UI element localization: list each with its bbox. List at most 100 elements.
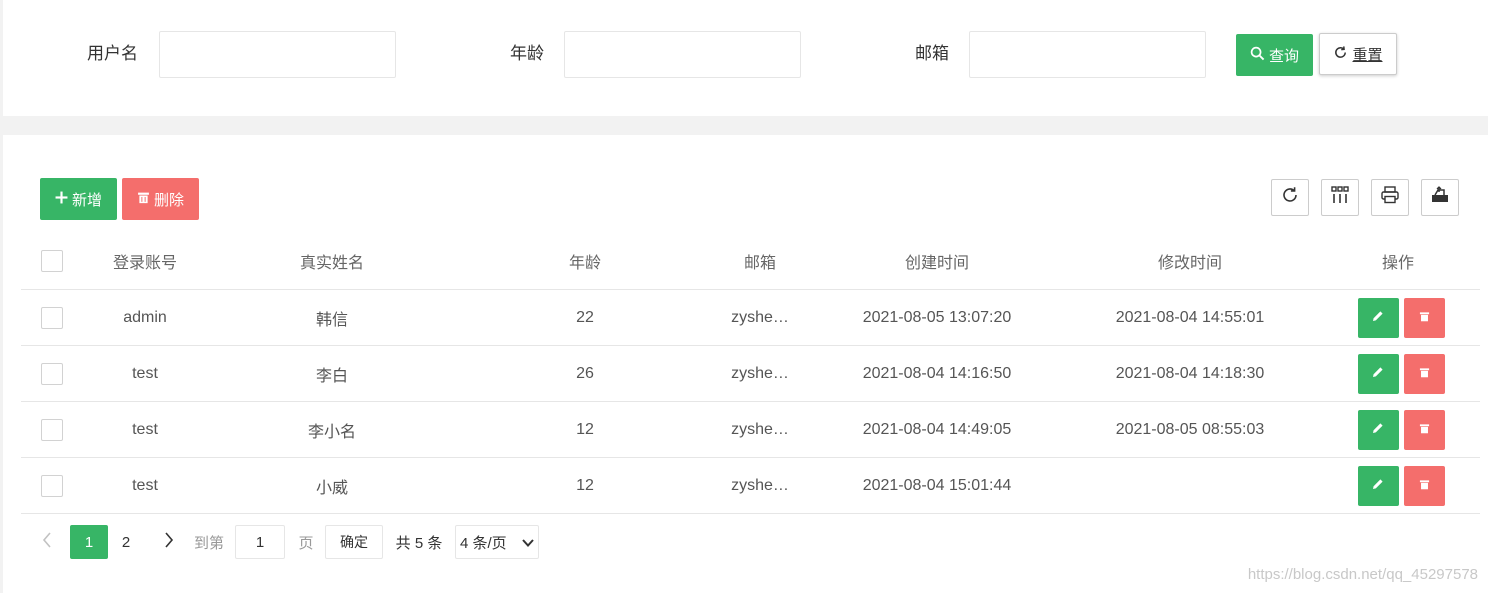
table-panel: 新增 删除 登录账号 真实姓名 年龄 邮箱 创建时间 修改时间 操作 admin… xyxy=(3,135,1488,593)
goto-label: 到第 xyxy=(193,534,224,552)
chevron-right-icon xyxy=(164,532,174,552)
header-created[interactable]: 创建时间 xyxy=(857,233,1017,289)
cell-account: test xyxy=(132,476,158,494)
watermark: https://blog.csdn.net/qq_45297578 xyxy=(1247,566,1478,583)
cell-email: zyshe… xyxy=(731,364,789,382)
refresh-icon xyxy=(1280,185,1300,210)
cell-account: test xyxy=(132,364,158,382)
trash-icon xyxy=(1419,422,1430,437)
row-delete-button[interactable] xyxy=(1403,409,1445,450)
goto-confirm-button[interactable]: 确定 xyxy=(325,525,383,559)
row-delete-button[interactable] xyxy=(1403,465,1445,506)
cell-modified: 2021-08-05 08:55:03 xyxy=(1115,420,1265,438)
edit-button[interactable] xyxy=(1357,409,1399,450)
export-button[interactable] xyxy=(1421,179,1459,216)
edit-button[interactable] xyxy=(1357,465,1399,506)
page-2-button[interactable]: 2 xyxy=(113,525,139,559)
pencil-icon xyxy=(1372,422,1384,437)
search-panel: 用户名 年龄 邮箱 查询 重置 xyxy=(3,0,1488,116)
goto-page-input[interactable] xyxy=(235,525,285,559)
trash-icon xyxy=(137,191,150,208)
header-modified[interactable]: 修改时间 xyxy=(1110,233,1270,289)
select-all-cell xyxy=(40,233,64,289)
delete-button[interactable]: 删除 xyxy=(122,178,199,220)
chevron-down-icon xyxy=(522,534,534,551)
cell-created: 2021-08-04 14:49:05 xyxy=(862,420,1012,438)
pagination: 1 2 到第 页 确定 共 5 条 4 条/页 xyxy=(21,525,721,559)
row-checkbox[interactable] xyxy=(41,474,63,497)
delete-label: 删除 xyxy=(153,191,184,209)
cell-modified: 2021-08-04 14:55:01 xyxy=(1115,308,1265,326)
email-input[interactable] xyxy=(969,31,1206,78)
columns-icon xyxy=(1331,186,1349,209)
next-page-button[interactable] xyxy=(157,525,181,559)
total-count: 共 5 条 xyxy=(395,534,443,552)
page-1-button[interactable]: 1 xyxy=(70,525,108,559)
table-header: 登录账号 真实姓名 年龄 邮箱 创建时间 修改时间 操作 xyxy=(21,233,1480,290)
header-email[interactable]: 邮箱 xyxy=(710,233,810,289)
age-input[interactable] xyxy=(564,31,801,78)
age-label: 年龄 xyxy=(510,44,544,63)
row-checkbox[interactable] xyxy=(41,418,63,441)
row-actions xyxy=(1356,402,1446,457)
reset-icon xyxy=(1333,45,1348,64)
pencil-icon xyxy=(1372,310,1384,325)
add-button[interactable]: 新增 xyxy=(40,178,117,220)
cell-email: zyshe… xyxy=(731,476,789,494)
trash-icon xyxy=(1419,310,1430,325)
page-size-value: 4 条/页 xyxy=(460,534,507,552)
reset-label: 重置 xyxy=(1352,46,1383,64)
pencil-icon xyxy=(1372,366,1384,381)
cell-created: 2021-08-04 14:16:50 xyxy=(862,364,1012,382)
edit-button[interactable] xyxy=(1357,353,1399,394)
header-account[interactable]: 登录账号 xyxy=(95,233,195,289)
chevron-left-icon xyxy=(42,532,52,552)
row-checkbox[interactable] xyxy=(41,362,63,385)
reset-button[interactable]: 重置 xyxy=(1319,33,1397,75)
page-size-select[interactable]: 4 条/页 xyxy=(455,525,539,559)
username-input[interactable] xyxy=(159,31,396,78)
cell-age: 22 xyxy=(576,308,594,326)
export-icon xyxy=(1430,185,1450,210)
username-label: 用户名 xyxy=(87,44,138,63)
prev-page-button[interactable] xyxy=(35,525,59,559)
table-row: test 小威 12 zyshe… 2021-08-04 15:01:44 xyxy=(21,458,1480,514)
cell-name: 韩信 xyxy=(315,311,348,329)
email-label: 邮箱 xyxy=(915,44,949,63)
cell-account: admin xyxy=(123,308,167,326)
cell-modified: 2021-08-04 14:18:30 xyxy=(1115,364,1265,382)
select-all-checkbox[interactable] xyxy=(41,250,63,272)
edit-button[interactable] xyxy=(1357,297,1399,338)
cell-account: test xyxy=(132,420,158,438)
search-icon xyxy=(1250,46,1265,65)
refresh-button[interactable] xyxy=(1271,179,1309,216)
table-row: test 李白 26 zyshe… 2021-08-04 14:16:50 20… xyxy=(21,346,1480,402)
row-delete-button[interactable] xyxy=(1403,353,1445,394)
header-name[interactable]: 真实姓名 xyxy=(282,233,382,289)
cell-email: zyshe… xyxy=(731,420,789,438)
table-row: test 李小名 12 zyshe… 2021-08-04 14:49:05 2… xyxy=(21,402,1480,458)
query-label: 查询 xyxy=(1268,47,1299,65)
cell-modified xyxy=(1110,458,1270,513)
header-age[interactable]: 年龄 xyxy=(535,233,635,289)
row-delete-button[interactable] xyxy=(1403,297,1445,338)
row-checkbox[interactable] xyxy=(41,306,63,329)
cell-name: 小威 xyxy=(315,479,348,497)
print-icon xyxy=(1380,185,1400,210)
query-button[interactable]: 查询 xyxy=(1236,34,1313,76)
page-suffix-label: 页 xyxy=(298,534,314,552)
cell-age: 26 xyxy=(576,364,594,382)
cell-age: 12 xyxy=(576,420,594,438)
add-label: 新增 xyxy=(71,191,102,209)
trash-icon xyxy=(1419,478,1430,493)
cell-created: 2021-08-05 13:07:20 xyxy=(862,308,1012,326)
row-actions xyxy=(1356,458,1446,513)
pencil-icon xyxy=(1372,478,1384,493)
cell-age: 12 xyxy=(576,476,594,494)
header-actions: 操作 xyxy=(1381,255,1414,272)
print-button[interactable] xyxy=(1371,179,1409,216)
trash-icon xyxy=(1419,366,1430,381)
columns-button[interactable] xyxy=(1321,179,1359,216)
cell-name: 李白 xyxy=(315,367,348,385)
table-row: admin 韩信 22 zyshe… 2021-08-05 13:07:20 2… xyxy=(21,290,1480,346)
